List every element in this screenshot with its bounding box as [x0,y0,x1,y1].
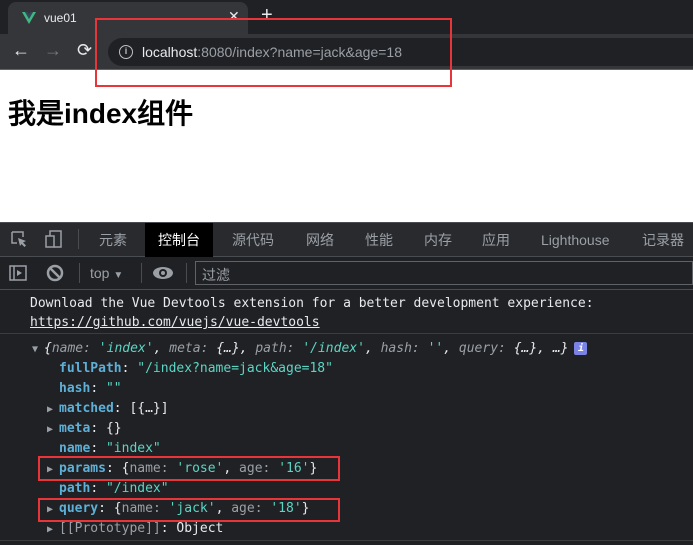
devtools-tab-console[interactable]: 控制台 [145,223,213,257]
query-annotation-box [38,498,340,522]
console-message: Download the Vue Devtools extension for … [30,296,594,311]
inspect-element-icon[interactable] [10,230,28,253]
url-annotation-box [95,18,452,87]
device-toolbar-icon[interactable] [44,229,64,254]
devtools-tab-lighthouse[interactable]: Lighthouse [528,223,623,257]
devtools-tab-network[interactable]: 网络 [293,223,347,257]
vue-logo-icon [22,12,36,24]
prop-name: name: "index" [59,441,161,456]
tab-title: vue01 [44,11,77,25]
separator [78,229,79,249]
live-expression-eye-icon[interactable] [152,264,174,287]
separator [186,263,187,283]
devtools-tabbar: 元素 控制台 源代码 网络 性能 内存 应用 Lighthouse 记录器 [0,222,693,257]
context-selector[interactable]: top ▼ [90,265,123,281]
forward-arrow-icon[interactable]: → [44,40,62,61]
dropdown-arrow-icon: ▼ [113,270,124,281]
prop-path: path: "/index" [59,481,169,496]
reload-icon[interactable]: ⟳ [77,40,92,61]
route-object-summary[interactable]: ▼ {name: 'index', meta: {…}, path: '/inde… [32,341,588,356]
separator [141,263,142,283]
collapsed-triangle-icon[interactable]: ▶ [47,524,59,535]
devtools-tab-application[interactable]: 应用 [469,223,523,257]
page-content: 我是index组件 [0,70,693,222]
params-annotation-box [38,456,340,481]
devtools-tab-performance[interactable]: 性能 [352,223,406,257]
back-arrow-icon[interactable]: ← [12,40,30,61]
prop-meta[interactable]: ▶ meta: {} [47,421,122,436]
console-toolbar: top ▼ 过滤 [0,257,693,290]
vue-devtools-link[interactable]: https://github.com/vuejs/vue-devtools [30,315,320,330]
prop-fullpath: fullPath: "/index?name=jack&age=18" [59,361,333,376]
collapsed-triangle-icon[interactable]: ▶ [47,424,59,435]
expanded-triangle-icon[interactable]: ▼ [32,344,44,355]
clear-console-icon[interactable] [46,264,64,287]
prop-prototype[interactable]: ▶ [[Prototype]]: Object [47,521,223,536]
divider [0,540,693,541]
devtools-tab-memory[interactable]: 内存 [411,223,465,257]
collapsed-triangle-icon[interactable]: ▶ [47,404,59,415]
prop-hash: hash: "" [59,381,122,396]
prop-matched[interactable]: ▶ matched: [{…}] [47,401,169,416]
devtools-tab-sources[interactable]: 源代码 [219,223,287,257]
filter-input[interactable]: 过滤 [195,261,693,285]
divider [0,333,693,334]
devtools-tab-elements[interactable]: 元素 [86,223,140,257]
info-badge-icon[interactable]: i [574,342,588,355]
separator [79,263,80,283]
page-heading: 我是index组件 [8,98,194,129]
sidebar-toggle-icon[interactable] [9,264,27,287]
devtools-tab-recorder[interactable]: 记录器 [629,223,693,257]
